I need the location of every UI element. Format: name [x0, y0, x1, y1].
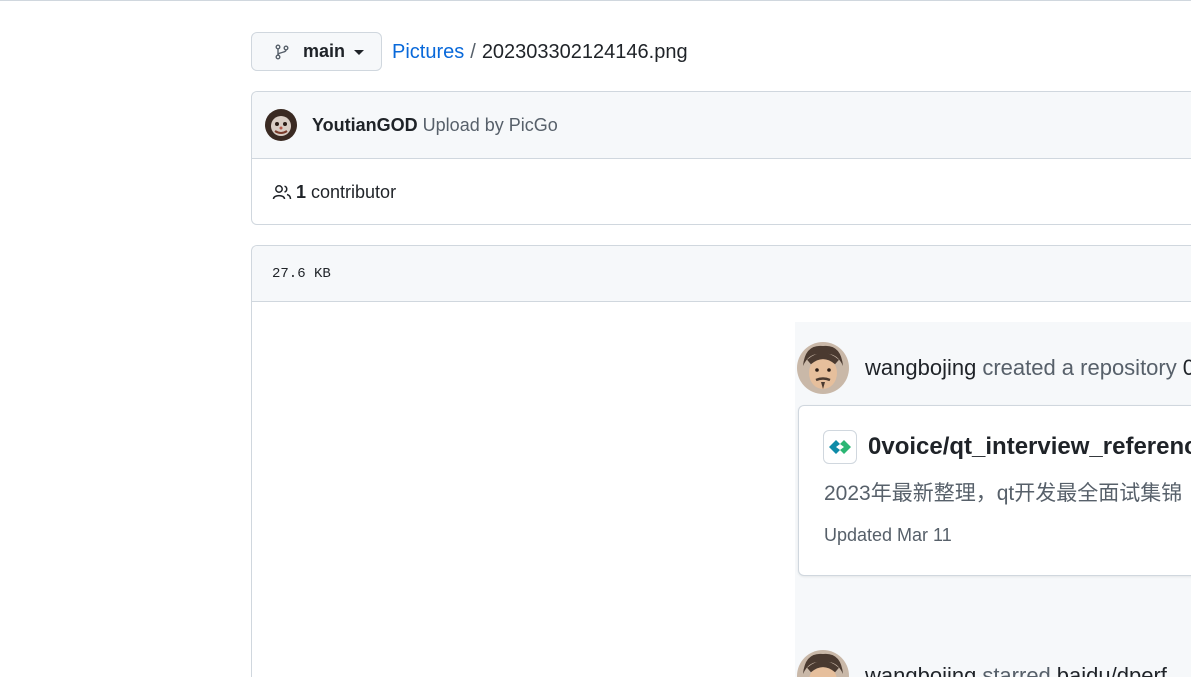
repo-updated: Updated Mar 11 [824, 525, 952, 545]
feed-username: wangbojing [865, 355, 977, 380]
author-avatar[interactable] [265, 109, 297, 141]
feed-username: wangbojing [865, 663, 977, 677]
contributors-row: 1 contributor [252, 159, 1191, 225]
latest-commit-box: YoutianGOD Upload by PicGo 1 contributor [251, 91, 1191, 225]
branch-select-button[interactable]: main [251, 32, 382, 71]
people-icon [272, 183, 292, 201]
feed-action: created a repository [982, 355, 1177, 380]
file-size: 27.6 KB [272, 265, 331, 282]
feed-item: wangbojing starred baidu/dperf [797, 650, 1167, 677]
commit-author-link[interactable]: YoutianGOD [312, 115, 418, 136]
contributor-label[interactable]: contributor [311, 182, 396, 203]
repo-logo-icon [823, 430, 857, 464]
feed-user-avatar [797, 650, 849, 677]
latest-commit-header: YoutianGOD Upload by PicGo [252, 92, 1191, 159]
feed-target: baidu/dperf [1056, 663, 1167, 677]
feed-user-avatar [797, 342, 849, 394]
git-branch-icon [274, 44, 290, 60]
breadcrumb: Pictures / 202303302124146.png [392, 38, 688, 66]
repo-card: 0voice/qt_interview_referenc 2023年最新整理，q… [798, 405, 1191, 576]
breadcrumb-current-file: 202303302124146.png [481, 40, 688, 63]
branch-label: main [303, 41, 346, 61]
breadcrumb-separator: / [470, 40, 476, 63]
contributor-count[interactable]: 1 [296, 182, 306, 203]
breadcrumb-folder-link[interactable]: Pictures [392, 41, 464, 64]
top-divider [0, 0, 1191, 1]
triangle-down-icon [354, 50, 365, 55]
repo-description: 2023年最新整理，qt开发最全面试集锦 [824, 482, 1183, 505]
feed-action: starred [982, 663, 1051, 677]
commit-message-link[interactable]: Upload by PicGo [423, 115, 558, 136]
feed-item: wangbojing created a repository 0 [797, 342, 1191, 394]
file-info-header: 27.6 KB [252, 246, 1191, 302]
file-image-preview: wangbojing created a repository 0 0voice… [795, 322, 1191, 677]
feed-target: 0 [1182, 355, 1191, 380]
repo-name: 0voice/qt_interview_referenc [868, 433, 1191, 460]
